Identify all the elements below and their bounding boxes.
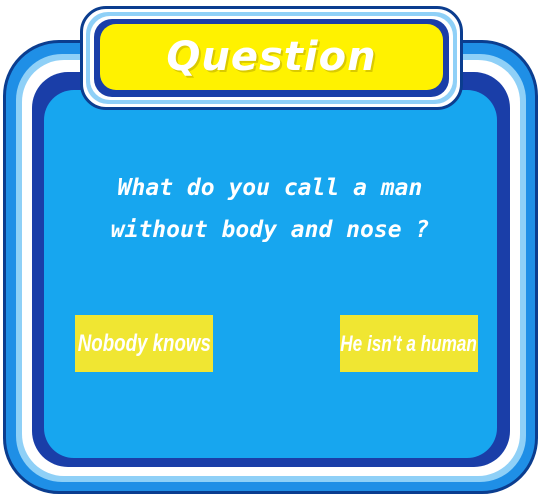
- answer-label: Nobody knows: [77, 329, 211, 357]
- answer-label: He isn't a human: [340, 330, 478, 356]
- question-text: What do you call a man without body and …: [70, 167, 470, 251]
- answer-button-not-human[interactable]: He isn't a human: [340, 315, 478, 372]
- quiz-stage: Question What do you call a man without …: [0, 0, 542, 498]
- answer-button-nobody-knows[interactable]: Nobody knows: [75, 315, 213, 372]
- title-banner: Question: [100, 24, 443, 90]
- title-text: Question: [166, 34, 377, 80]
- question-panel: [44, 90, 497, 458]
- question-line-2: without body and nose ?: [110, 217, 430, 243]
- question-line-1: What do you call a man: [117, 175, 423, 201]
